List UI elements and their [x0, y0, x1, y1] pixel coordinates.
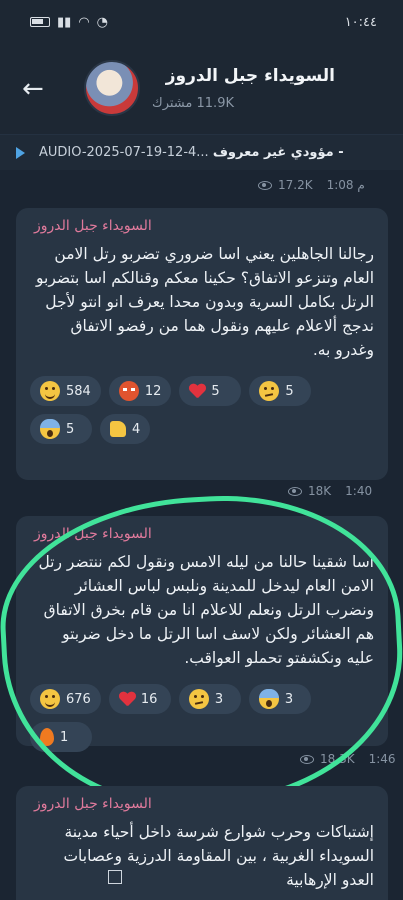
reaction-count: 5 — [285, 383, 294, 399]
status-icons: ▮▮ ◠ ◔ — [30, 15, 108, 30]
message-time: 1:40 — [345, 484, 373, 498]
message-bubble[interactable]: السويداء جبل الدروز اسا شقينا حالنا من ل… — [16, 516, 388, 752]
pinned-audio[interactable]: AUDIO-2025-07-19-12-4... مؤودي غير معروف… — [0, 134, 403, 170]
reaction-thumbs-up[interactable]: 4 — [100, 414, 151, 444]
channel-title[interactable]: السويداء جبل الدروز — [166, 66, 335, 86]
play-icon[interactable] — [16, 146, 25, 159]
status-bar: ▮▮ ◠ ◔ ١٠:٤٤ — [0, 0, 403, 44]
reaction-count: 16 — [140, 691, 158, 707]
pinned-file-name: AUDIO-2025-07-19-12-4... — [39, 145, 209, 160]
heart-icon — [119, 692, 135, 706]
status-time: ١٠:٤٤ — [344, 14, 377, 30]
message-text: اسا شقينا حالنا من ليله الامس ونقول لكم … — [38, 553, 374, 667]
thinking-icon — [259, 381, 280, 401]
views-icon — [258, 180, 272, 190]
pinned-audio-text: AUDIO-2025-07-19-12-4... مؤودي غير معروف… — [39, 145, 394, 160]
reaction-count: 584 — [66, 383, 91, 399]
reaction-count: 676 — [66, 691, 91, 707]
reaction-heart[interactable]: 5 — [179, 376, 242, 406]
channel-header: ← السويداء جبل الدروز 11.9K مشترك — [0, 44, 403, 134]
message-sender[interactable]: السويداء جبل الدروز — [30, 526, 374, 542]
message-time: 1:46 — [368, 752, 396, 766]
reaction-laugh[interactable]: 584 — [30, 376, 101, 406]
battery-icon — [30, 17, 50, 27]
reaction-count: 12 — [144, 383, 162, 399]
laugh-icon — [40, 689, 60, 709]
views-icon — [288, 486, 302, 496]
message-meta: 18K 1:40 — [288, 484, 372, 498]
reaction-bar: 676 16 3 3 1 — [30, 684, 374, 752]
pinned-time: 1:08 م — [326, 178, 365, 192]
message-sender[interactable]: السويداء جبل الدروز — [30, 218, 374, 234]
reaction-laugh[interactable]: 676 — [30, 684, 101, 714]
channel-avatar[interactable] — [84, 60, 140, 116]
back-arrow-icon[interactable]: ← — [22, 74, 44, 104]
message-text: إشتباكات وحرب شوارع شرسة داخل أحياء مدين… — [63, 823, 374, 889]
scream-icon — [40, 419, 60, 439]
pinned-sender: مؤودي غير معروف - — [212, 145, 344, 160]
reaction-count: 1 — [60, 729, 69, 745]
reaction-thinking[interactable]: 3 — [178, 684, 241, 714]
alarm-icon: ◔ — [96, 14, 108, 30]
reaction-count: 3 — [284, 691, 294, 707]
message-bubble[interactable]: السويداء جبل الدروز رجالنا الجاهلين يعني… — [16, 208, 388, 480]
message-bubble[interactable]: السويداء جبل الدروز إشتباكات وحرب شوارع … — [16, 786, 388, 900]
pinned-meta: 17.2K 1:08 م — [258, 178, 365, 192]
scream-icon — [258, 689, 279, 709]
reaction-count: 4 — [132, 421, 141, 437]
angry-icon — [118, 381, 139, 401]
wifi-icon: ◠ — [78, 14, 90, 30]
reaction-scream[interactable]: 3 — [248, 684, 311, 714]
message-views: 18K — [308, 484, 332, 498]
message-text: رجالنا الجاهلين يعني اسا ضروري تضربو رتل… — [36, 245, 374, 359]
thumbs-up-icon — [110, 421, 126, 437]
laugh-icon — [40, 381, 60, 401]
reaction-thinking[interactable]: 5 — [249, 376, 312, 406]
fire-icon — [40, 728, 54, 746]
subscriber-count: 11.9K مشترك — [152, 96, 234, 111]
message-sender[interactable]: السويداء جبل الدروز — [30, 796, 374, 812]
thinking-icon — [188, 689, 209, 709]
signal-icon: ▮▮ — [57, 14, 72, 30]
reaction-count: 5 — [66, 421, 75, 437]
message-views: 18.3K — [320, 752, 355, 766]
reaction-count: 3 — [214, 691, 224, 707]
message-meta: 18.3K 1:46 — [300, 752, 396, 766]
heart-icon — [189, 384, 205, 398]
reaction-heart[interactable]: 16 — [108, 684, 171, 714]
reaction-bar: 584 12 5 5 5 4 — [30, 376, 374, 444]
reaction-scream[interactable]: 5 — [30, 414, 92, 444]
reaction-count: 5 — [211, 383, 220, 399]
reaction-fire[interactable]: 1 — [30, 722, 92, 752]
views-icon — [300, 754, 314, 764]
reaction-angry[interactable]: 12 — [108, 376, 172, 406]
checkbox-icon — [108, 870, 122, 884]
pinned-views: 17.2K — [278, 178, 313, 192]
